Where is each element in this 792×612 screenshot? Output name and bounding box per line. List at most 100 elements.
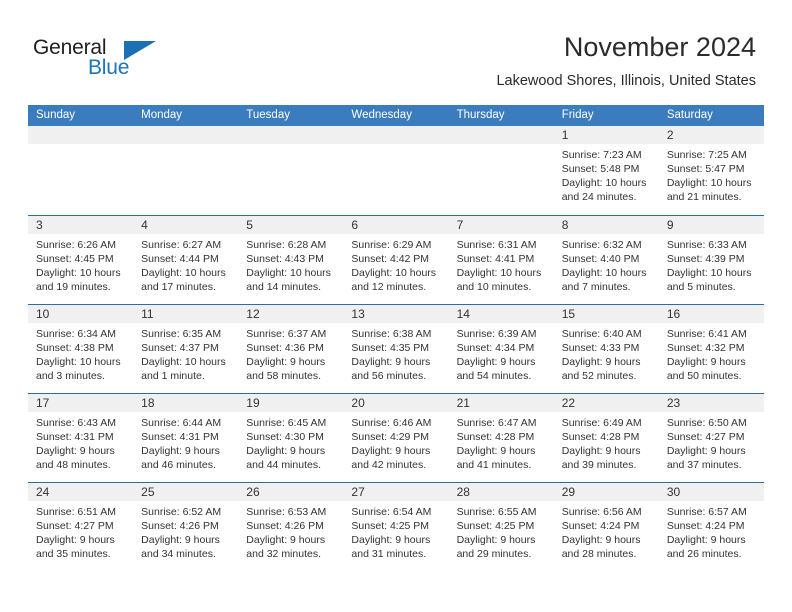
day-cell[interactable]: 11 Sunrise: 6:35 AM Sunset: 4:37 PM Dayligh… — [133, 305, 239, 393]
sunrise-text: Sunrise: 6:40 AM — [561, 328, 642, 340]
day-cell[interactable]: 6 Sunrise: 6:29 AM Sunset: 4:42 PM Daylight… — [343, 216, 449, 304]
day-details: Sunrise: 6:57 AM Sunset: 4:24 PM Daylight:… — [659, 501, 764, 561]
sunset-text: Sunset: 4:43 PM — [246, 253, 324, 265]
date-number: 19 — [246, 396, 260, 410]
day-details: Sunrise: 6:38 AM Sunset: 4:35 PM Daylight:… — [343, 323, 448, 383]
day-cell[interactable]: 24 Sunrise: 6:51 AM Sunset: 4:27 PM Dayligh… — [28, 483, 134, 571]
date-number-band: 11 — [133, 305, 239, 323]
day-cell[interactable]: 18 Sunrise: 6:44 AM Sunset: 4:31 PM Dayligh… — [133, 394, 239, 482]
sunrise-text: Sunrise: 6:51 AM — [36, 506, 116, 518]
day-cell[interactable]: 7 Sunrise: 6:31 AM Sunset: 4:41 PM Daylight… — [448, 216, 554, 304]
day-cell[interactable]: 30 Sunrise: 6:57 AM Sunset: 4:24 PM Dayligh… — [658, 483, 764, 571]
brand-name-blue: Blue — [88, 56, 130, 79]
day-cell[interactable]: 13 Sunrise: 6:38 AM Sunset: 4:35 PM Dayligh… — [343, 305, 449, 393]
sunrise-text: Sunrise: 6:43 AM — [36, 417, 116, 429]
day-cell[interactable]: 12 Sunrise: 6:37 AM Sunset: 4:36 PM Dayligh… — [238, 305, 344, 393]
day-cell[interactable]: 26 Sunrise: 6:53 AM Sunset: 4:26 PM Dayligh… — [238, 483, 344, 571]
sunrise-text: Sunrise: 6:37 AM — [246, 328, 327, 340]
daylight-text-line2: and 46 minutes. — [141, 459, 216, 471]
day-cell[interactable]: 15 Sunrise: 6:40 AM Sunset: 4:33 PM Dayligh… — [553, 305, 659, 393]
brand-logo[interactable]: General Blue — [33, 36, 213, 84]
daylight-text-line1: Daylight: 10 hours — [141, 356, 226, 368]
date-number-band: 18 — [133, 394, 239, 412]
dow-sunday: Sunday — [36, 109, 76, 121]
day-details: Sunrise: 6:29 AM Sunset: 4:42 PM Daylight:… — [343, 234, 448, 294]
dow-friday: Friday — [561, 109, 594, 121]
day-cell[interactable]: 3 Sunrise: 6:26 AM Sunset: 4:45 PM Daylight… — [28, 216, 134, 304]
date-number-band: 9 — [658, 216, 764, 234]
daylight-text-line1: Daylight: 10 hours — [561, 267, 647, 279]
day-cell[interactable]: 28 Sunrise: 6:55 AM Sunset: 4:25 PM Dayligh… — [448, 483, 554, 571]
daylight-text-line2: and 5 minutes. — [666, 281, 736, 293]
date-number-band: 28 — [448, 483, 554, 501]
sunset-text: Sunset: 4:28 PM — [561, 431, 640, 443]
date-number-band: 19 — [238, 394, 344, 412]
day-details: Sunrise: 6:50 AM Sunset: 4:27 PM Daylight:… — [659, 412, 764, 472]
daylight-text-line1: Daylight: 10 hours — [351, 267, 437, 279]
sunrise-text: Sunrise: 6:50 AM — [666, 417, 747, 429]
day-details: Sunrise: 6:52 AM Sunset: 4:26 PM Daylight:… — [133, 501, 238, 561]
day-cell[interactable]: 5 Sunrise: 6:28 AM Sunset: 4:43 PM Daylight… — [238, 216, 344, 304]
daylight-text-line2: and 7 minutes. — [561, 281, 631, 293]
daylight-text-line1: Daylight: 10 hours — [36, 267, 121, 279]
date-number-band: 10 — [28, 305, 134, 323]
day-cell[interactable]: 1 Sunrise: 7:23 AM Sunset: 5:48 PM Daylight… — [553, 126, 659, 215]
day-cell[interactable]: 22 Sunrise: 6:49 AM Sunset: 4:28 PM Dayligh… — [553, 394, 659, 482]
sunset-text: Sunset: 4:36 PM — [246, 342, 324, 354]
sunset-text: Sunset: 4:35 PM — [351, 342, 430, 354]
day-cell[interactable]: 20 Sunrise: 6:46 AM Sunset: 4:29 PM Dayligh… — [343, 394, 449, 482]
day-details: Sunrise: 6:41 AM Sunset: 4:32 PM Daylight:… — [659, 323, 764, 383]
day-cell[interactable]: 21 Sunrise: 6:47 AM Sunset: 4:28 PM Dayligh… — [448, 394, 554, 482]
date-number: 2 — [666, 128, 674, 142]
day-cell[interactable]: 2 Sunrise: 7:25 AM Sunset: 5:47 PM Daylight… — [658, 126, 764, 215]
date-number: 7 — [456, 218, 464, 232]
day-details: Sunrise: 6:35 AM Sunset: 4:37 PM Daylight:… — [133, 323, 238, 383]
day-details: Sunrise: 6:56 AM Sunset: 4:24 PM Daylight:… — [554, 501, 659, 561]
day-cell[interactable]: 17 Sunrise: 6:43 AM Sunset: 4:31 PM Dayligh… — [28, 394, 134, 482]
day-cell[interactable]: 9 Sunrise: 6:33 AM Sunset: 4:39 PM Daylight… — [658, 216, 764, 304]
sunrise-text: Sunrise: 6:57 AM — [666, 506, 747, 518]
date-number: 22 — [561, 396, 576, 410]
sunrise-text: Sunrise: 6:38 AM — [351, 328, 432, 340]
daylight-text-line1: Daylight: 9 hours — [36, 534, 115, 546]
sunset-text: Sunset: 4:27 PM — [666, 431, 745, 443]
daylight-text-line2: and 34 minutes. — [141, 548, 216, 560]
week-row: 3 Sunrise: 6:26 AM Sunset: 4:45 PM Daylight… — [28, 215, 764, 304]
sunset-text: Sunset: 4:41 PM — [456, 253, 535, 265]
date-number-band: 3 — [28, 216, 134, 234]
location-subtitle: Lakewood Shores, Illinois, United States — [496, 73, 756, 89]
date-number-band: 14 — [448, 305, 554, 323]
daylight-text-line2: and 26 minutes. — [666, 548, 742, 560]
day-details: Sunrise: 6:26 AM Sunset: 4:45 PM Daylight:… — [28, 234, 133, 294]
daylight-text-line2: and 50 minutes. — [666, 370, 742, 382]
week-row: 24 Sunrise: 6:51 AM Sunset: 4:27 PM Dayligh… — [28, 482, 764, 571]
sunset-text: Sunset: 4:31 PM — [36, 431, 114, 443]
day-cell[interactable]: 8 Sunrise: 6:32 AM Sunset: 4:40 PM Daylight… — [553, 216, 659, 304]
day-cell[interactable]: 14 Sunrise: 6:39 AM Sunset: 4:34 PM Dayligh… — [448, 305, 554, 393]
daylight-text-line2: and 54 minutes. — [456, 370, 532, 382]
day-cell[interactable]: 29 Sunrise: 6:56 AM Sunset: 4:24 PM Dayligh… — [553, 483, 659, 571]
daylight-text-line1: Daylight: 9 hours — [351, 445, 431, 457]
day-cell[interactable]: 23 Sunrise: 6:50 AM Sunset: 4:27 PM Dayligh… — [658, 394, 764, 482]
day-cell[interactable]: 27 Sunrise: 6:54 AM Sunset: 4:25 PM Dayligh… — [343, 483, 449, 571]
daylight-text-line1: Daylight: 9 hours — [561, 534, 641, 546]
sunrise-text: Sunrise: 6:46 AM — [351, 417, 432, 429]
daylight-text-line2: and 52 minutes. — [561, 370, 637, 382]
day-cell[interactable]: 4 Sunrise: 6:27 AM Sunset: 4:44 PM Daylight… — [133, 216, 239, 304]
daylight-text-line1: Daylight: 9 hours — [36, 445, 115, 457]
day-cell[interactable]: 16 Sunrise: 6:41 AM Sunset: 4:32 PM Dayligh… — [658, 305, 764, 393]
date-number: 14 — [456, 307, 470, 321]
date-number-band: 20 — [343, 394, 449, 412]
daylight-text-line1: Daylight: 10 hours — [246, 267, 331, 279]
sunrise-text: Sunrise: 6:53 AM — [246, 506, 327, 518]
day-details: Sunrise: 6:32 AM Sunset: 4:40 PM Daylight:… — [554, 234, 659, 294]
day-cell[interactable]: 19 Sunrise: 6:45 AM Sunset: 4:30 PM Dayligh… — [238, 394, 344, 482]
day-cell[interactable]: 10 Sunrise: 6:34 AM Sunset: 4:38 PM Dayligh… — [28, 305, 134, 393]
day-cell[interactable]: 25 Sunrise: 6:52 AM Sunset: 4:26 PM Dayligh… — [133, 483, 239, 571]
day-details: Sunrise: 6:33 AM Sunset: 4:39 PM Daylight:… — [659, 234, 764, 294]
day-cell-empty — [238, 126, 344, 215]
daylight-text-line1: Daylight: 9 hours — [246, 445, 326, 457]
date-number: 20 — [351, 396, 365, 410]
sunset-text: Sunset: 5:48 PM — [561, 163, 640, 175]
daylight-text-line2: and 35 minutes. — [36, 548, 111, 560]
